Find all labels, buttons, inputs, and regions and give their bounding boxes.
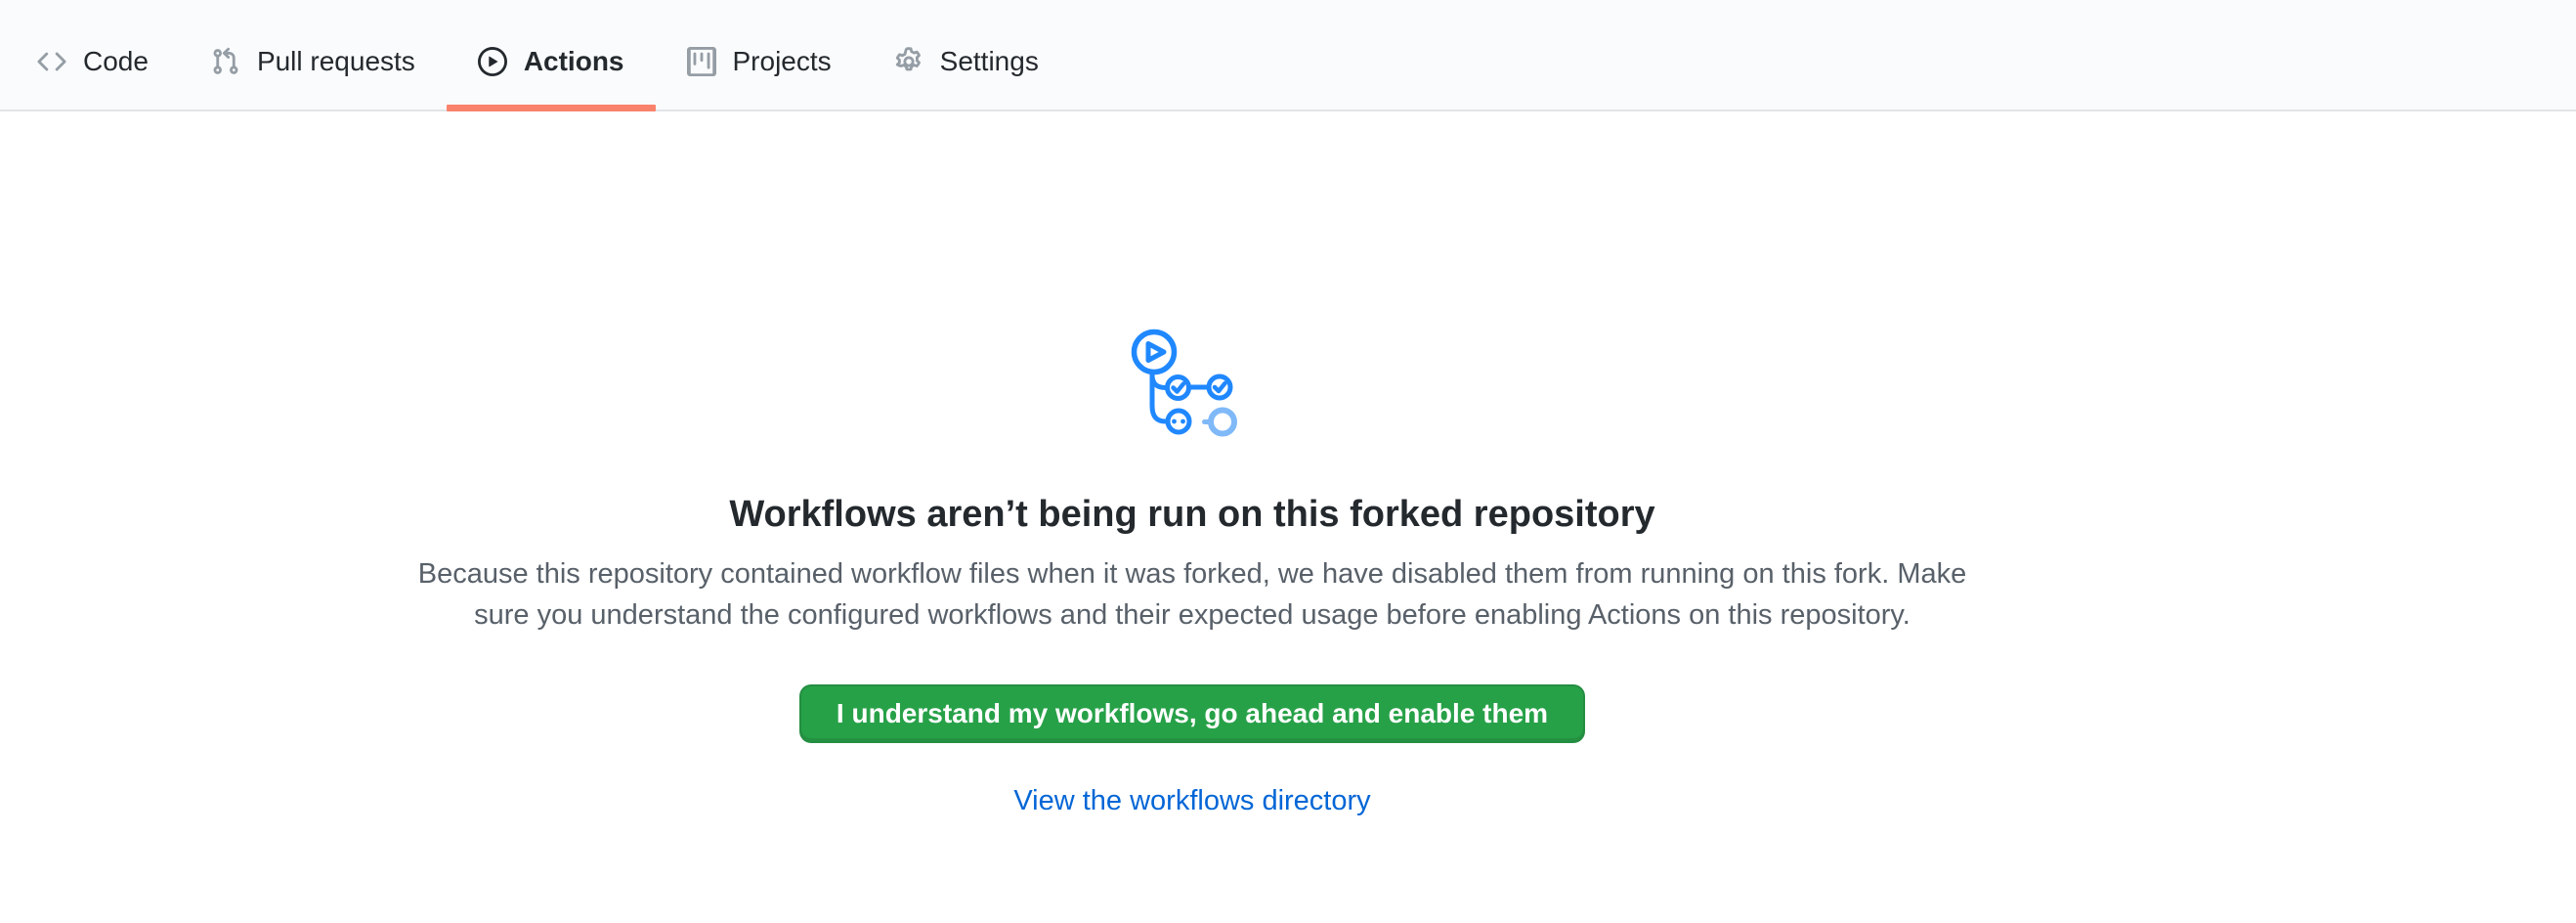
tab-projects[interactable]: Projects (656, 14, 863, 110)
description-line: Because this repository contained workfl… (0, 553, 2384, 594)
page-title: Workflows aren’t being run on this forke… (0, 491, 2384, 538)
gear-icon (894, 47, 923, 76)
workflow-graph-icon (1129, 329, 1256, 448)
pull-request-icon (211, 47, 240, 76)
tab-label: Projects (733, 48, 832, 75)
tab-code[interactable]: Code (6, 14, 180, 110)
tab-settings[interactable]: Settings (863, 14, 1070, 110)
tab-actions[interactable]: Actions (447, 14, 656, 110)
repo-tab-bar: Code Pull requests Actions Projects (0, 0, 2576, 111)
button-row: I understand my workflows, go ahead and … (0, 684, 2384, 743)
workflows-directory-link[interactable]: View the workflows directory (1013, 785, 1370, 816)
blankslate: Workflows aren’t being run on this forke… (0, 329, 2384, 817)
active-tab-underline (447, 105, 656, 111)
tab-pull-requests[interactable]: Pull requests (180, 14, 447, 110)
description: Because this repository contained workfl… (0, 553, 2384, 636)
tab-label: Pull requests (257, 48, 415, 75)
project-icon (687, 47, 716, 76)
link-row: View the workflows directory (0, 784, 2384, 817)
enable-workflows-button[interactable]: I understand my workflows, go ahead and … (799, 684, 1585, 743)
code-icon (37, 47, 66, 76)
play-icon (478, 47, 507, 76)
description-line: sure you understand the configured workf… (0, 594, 2384, 636)
tab-label: Code (83, 48, 149, 75)
tab-label: Actions (524, 48, 624, 75)
tab-label: Settings (940, 48, 1039, 75)
